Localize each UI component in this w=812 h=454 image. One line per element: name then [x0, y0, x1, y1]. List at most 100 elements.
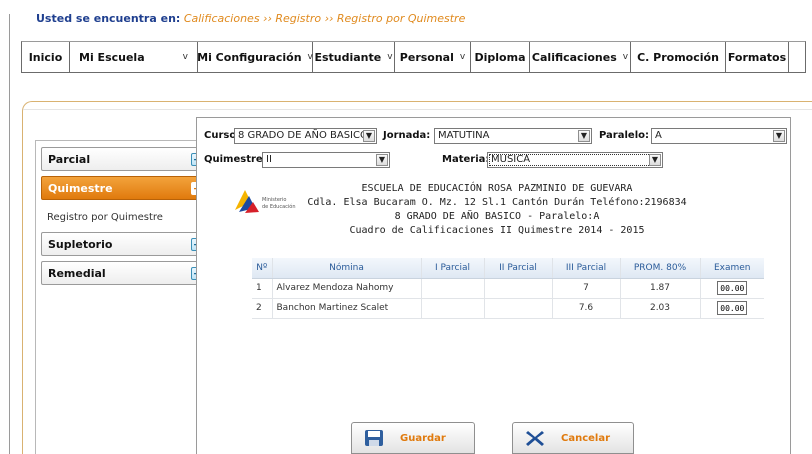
- menu-c-promocion[interactable]: C. Promoción: [631, 42, 726, 72]
- menu-mi-escuela-label: Mi Escuela: [79, 50, 145, 64]
- col-header-examen: Examen: [700, 258, 764, 279]
- main-menu-bar: Inicio Mi Escuela v Mi Configuración v Est…: [21, 41, 806, 73]
- cell-nomina: Alvarez Mendoza Nahomy: [272, 278, 422, 299]
- save-icon: [365, 430, 383, 446]
- cell-parcial-3: 7: [552, 278, 621, 299]
- logo-text-line1: Ministerio: [262, 197, 286, 203]
- page-left-border: [9, 14, 10, 454]
- paralelo-select-value: A: [655, 130, 662, 141]
- examen-input[interactable]: [717, 281, 748, 295]
- chevron-down-icon: ▼: [578, 130, 590, 142]
- breadcrumb-lead: Usted se encuentra en:: [36, 12, 181, 25]
- sidebar-subitem-label: Registro por Quimestre: [47, 211, 163, 223]
- table-header-row: Nº Nómina I Parcial II Parcial III Parci…: [252, 258, 764, 279]
- menu-calificaciones[interactable]: Calificaciones v: [530, 42, 631, 72]
- chevron-down-icon: v: [387, 52, 393, 62]
- sidebar-item-parcial[interactable]: Parcial +: [41, 147, 211, 171]
- jornada-label: Jornada:: [383, 130, 431, 141]
- grades-table: Nº Nómina I Parcial II Parcial III Parci…: [252, 258, 764, 319]
- menu-estudiante[interactable]: Estudiante v: [313, 42, 395, 72]
- breadcrumb: Usted se encuentra en: Calificaciones ››…: [36, 12, 465, 25]
- cell-no: 2: [252, 298, 273, 319]
- sidebar-item-quimestre[interactable]: Quimestre −: [41, 176, 211, 200]
- menu-personal[interactable]: Personal v: [395, 42, 471, 72]
- table-row: 1 Alvarez Mendoza Nahomy 7 1.87: [252, 278, 764, 299]
- materia-select-value: MUSICA: [491, 154, 531, 165]
- curso-select[interactable]: 8 GRADO DE AÑO BASICO ▼: [234, 128, 377, 144]
- menu-diploma-label: Diploma: [474, 50, 526, 64]
- school-header: ESCUELA DE EDUCACIÓN ROSA PAZMINIO DE GU…: [295, 182, 699, 238]
- col-header-parcial-3: III Parcial: [552, 258, 621, 279]
- school-name: ESCUELA DE EDUCACIÓN ROSA PAZMINIO DE GU…: [361, 183, 633, 194]
- materia-select[interactable]: MUSICA ▼: [487, 152, 663, 168]
- menu-personal-label: Personal: [399, 50, 454, 64]
- sidebar-item-supletorio-label: Supletorio: [48, 237, 113, 251]
- quimestre-label: Quimestre:: [204, 154, 267, 165]
- panel-header-line: [23, 109, 812, 110]
- cell-examen: [700, 298, 764, 319]
- jornada-select-value: MATUTINA: [438, 130, 490, 141]
- menu-formatos-label: Formatos: [727, 50, 787, 64]
- sidebar-item-remedial[interactable]: Remedial +: [41, 261, 211, 285]
- menu-inicio[interactable]: Inicio: [22, 42, 70, 72]
- sidebar-item-remedial-label: Remedial: [48, 266, 106, 280]
- cell-nomina: Banchon Martinez Scalet: [272, 298, 422, 319]
- curso-select-value: 8 GRADO DE AÑO BASICO: [238, 130, 368, 141]
- menu-calificaciones-label: Calificaciones: [531, 50, 617, 64]
- cell-parcial-1: [421, 298, 485, 319]
- sidebar-item-parcial-label: Parcial: [48, 152, 91, 166]
- chevron-down-icon: v: [622, 52, 629, 62]
- school-address: Cdla. Elsa Bucaram O. Mz. 12 Sl.1 Cantón…: [307, 197, 687, 208]
- cell-parcial-2: [484, 278, 553, 299]
- materia-label: Materia:: [442, 154, 490, 165]
- menu-inicio-label: Inicio: [28, 50, 63, 64]
- chevron-down-icon: v: [459, 52, 466, 62]
- quimestre-select[interactable]: II ▼: [262, 152, 390, 168]
- menu-mi-escuela[interactable]: Mi Escuela v: [70, 42, 198, 72]
- table-row: 2 Banchon Martinez Scalet 7.6 2.03: [252, 298, 764, 319]
- sidebar-item-supletorio[interactable]: Supletorio +: [41, 232, 211, 256]
- cell-no: 1: [252, 278, 273, 299]
- cell-parcial-3: 7.6: [552, 298, 621, 319]
- cell-examen: [700, 278, 764, 299]
- chevron-down-icon: ▼: [649, 154, 661, 166]
- main-panel: Parcial + Quimestre − Registro por Quime…: [22, 101, 812, 454]
- col-header-parcial-1: I Parcial: [421, 258, 485, 279]
- chevron-down-icon: ▼: [363, 130, 375, 142]
- guardar-button-label: Guardar: [400, 432, 446, 444]
- breadcrumb-path[interactable]: Calificaciones ›› Registro ›› Registro p…: [184, 12, 466, 25]
- col-header-no: Nº: [252, 258, 273, 279]
- sidebar-subitem-registro-por-quimestre[interactable]: Registro por Quimestre: [41, 206, 211, 228]
- cancel-icon: [526, 431, 544, 446]
- quimestre-select-value: II: [266, 154, 272, 165]
- cell-parcial-2: [484, 298, 553, 319]
- chevron-down-icon: ▼: [376, 154, 388, 166]
- sidebar-item-quimestre-label: Quimestre: [48, 181, 113, 195]
- chevron-down-icon: v: [182, 52, 188, 62]
- guardar-button[interactable]: Guardar: [351, 422, 475, 454]
- chevron-down-icon: ▼: [773, 130, 785, 142]
- menu-c-promocion-label: C. Promoción: [637, 50, 719, 64]
- col-header-parcial-2: II Parcial: [484, 258, 553, 279]
- sidebar-menu: Parcial + Quimestre − Registro por Quime…: [35, 140, 217, 454]
- cell-parcial-1: [421, 278, 485, 299]
- menu-mi-configuracion[interactable]: Mi Configuración v: [197, 42, 313, 72]
- menu-mi-configuracion-label: Mi Configuración: [197, 50, 302, 64]
- logo-text-line2: de Educación: [262, 203, 296, 210]
- examen-input[interactable]: [717, 301, 748, 315]
- paralelo-select[interactable]: A ▼: [651, 128, 787, 144]
- menu-diploma[interactable]: Diploma: [471, 42, 530, 72]
- menu-estudiante-label: Estudiante: [314, 50, 382, 64]
- grades-content: Curso: 8 GRADO DE AÑO BASICO ▼ Jornada: …: [196, 117, 791, 454]
- cell-promedio: 1.87: [620, 278, 701, 299]
- cancelar-button-label: Cancelar: [561, 432, 611, 444]
- grades-report-title: Cuadro de Calificaciones II Quimestre 20…: [349, 225, 645, 236]
- menu-formatos[interactable]: Formatos: [726, 42, 789, 72]
- cancelar-button[interactable]: Cancelar: [512, 422, 634, 454]
- col-header-promedio: PROM. 80%: [620, 258, 701, 279]
- col-header-nomina: Nómina: [272, 258, 422, 279]
- school-course: 8 GRADO DE AÑO BASICO - Paralelo:A: [394, 211, 600, 222]
- jornada-select[interactable]: MATUTINA ▼: [434, 128, 592, 144]
- cell-promedio: 2.03: [620, 298, 701, 319]
- paralelo-label: Paralelo:: [599, 130, 649, 141]
